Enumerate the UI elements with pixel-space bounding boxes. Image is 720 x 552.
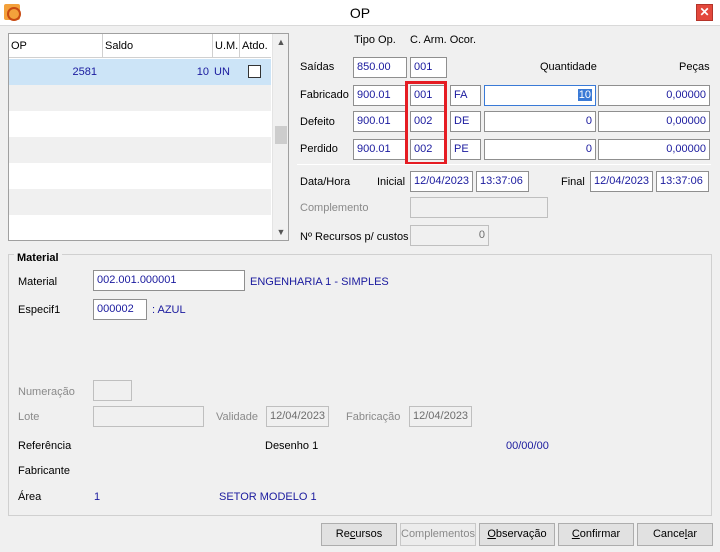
numeracao-field[interactable] <box>93 380 132 401</box>
pecas-header: Peças <box>679 61 710 73</box>
perdido-pecas-field[interactable]: 0,00000 <box>598 139 710 160</box>
perdido-label: Perdido <box>300 143 338 155</box>
fabricacao-field[interactable]: 12/04/2023 <box>409 406 472 427</box>
cell-um: UN <box>214 66 230 78</box>
defeito-label: Defeito <box>300 116 335 128</box>
table-row-empty <box>9 163 271 189</box>
perdido-ocor-field[interactable]: PE <box>450 139 481 160</box>
saidas-label: Saídas <box>300 61 335 73</box>
column-header-atdo[interactable]: Atdo. <box>240 34 271 58</box>
column-header-saldo[interactable]: Saldo <box>103 34 213 58</box>
atdo-checkbox[interactable] <box>248 65 261 78</box>
inicial-date-field[interactable]: 12/04/2023 <box>410 171 473 192</box>
complemento-label: Complemento <box>300 202 369 214</box>
defeito-ocor-field[interactable]: DE <box>450 111 481 132</box>
table-row-empty <box>9 85 271 111</box>
validade-label: Validade <box>216 411 258 423</box>
material-description: ENGENHARIA 1 - SIMPLES <box>250 276 389 288</box>
table-row[interactable]: 2581 10 UN <box>9 59 271 85</box>
saidas-arm-field[interactable]: 001 <box>410 57 447 78</box>
area-label: Área <box>18 491 42 503</box>
inicial-label: Inicial <box>377 176 406 188</box>
numeracao-label: Numeração <box>18 386 75 398</box>
highlight-box <box>405 81 447 165</box>
especif-description: : AZUL <box>152 304 186 316</box>
column-header-um[interactable]: U.M. <box>213 34 240 58</box>
recursos-custos-label: Nº Recursos p/ custos <box>300 231 409 243</box>
area-description: SETOR MODELO 1 <box>219 491 317 503</box>
fabricante-label: Fabricante <box>18 465 70 477</box>
complemento-field[interactable] <box>410 197 548 218</box>
fabricado-ocor-field[interactable]: FA <box>450 85 481 106</box>
lote-field[interactable] <box>93 406 204 427</box>
recursos-button[interactable]: Recursos <box>321 523 397 546</box>
scroll-up-icon[interactable]: ▲ <box>273 34 289 50</box>
material-code-field[interactable]: 002.001.000001 <box>93 270 245 291</box>
table-row-empty <box>9 189 271 215</box>
desenho-date: 00/00/00 <box>506 440 549 452</box>
final-date-field[interactable]: 12/04/2023 <box>590 171 653 192</box>
fabricado-label: Fabricado <box>300 89 349 101</box>
complementos-button[interactable]: Complementos <box>400 523 476 546</box>
fabricado-pecas-field[interactable]: 0,00000 <box>598 85 710 106</box>
cancelar-button[interactable]: Cancelar <box>637 523 713 546</box>
table-row-empty <box>9 111 271 137</box>
especif-label: Especif1 <box>18 304 61 316</box>
column-header-op[interactable]: OP <box>9 34 103 58</box>
validade-field[interactable]: 12/04/2023 <box>266 406 329 427</box>
especif-code-field[interactable]: 000002 <box>93 299 147 320</box>
cell-saldo: 10 <box>196 66 209 78</box>
grid-scrollbar[interactable]: ▲ ▼ <box>272 34 288 240</box>
separator <box>297 164 711 165</box>
scroll-thumb[interactable] <box>275 126 287 144</box>
area-code: 1 <box>94 491 101 503</box>
defeito-quantidade-field[interactable]: 0 <box>484 111 596 132</box>
window-title: OP <box>349 5 371 21</box>
perdido-tipo-field[interactable]: 900.01 <box>353 139 407 160</box>
material-group-title: Material <box>14 252 62 264</box>
defeito-pecas-field[interactable]: 0,00000 <box>598 111 710 132</box>
fabricacao-label: Fabricação <box>346 411 401 423</box>
confirmar-button[interactable]: Confirmar <box>558 523 634 546</box>
quantidade-header: Quantidade <box>540 61 597 73</box>
material-label: Material <box>18 276 58 288</box>
perdido-quantidade-field[interactable]: 0 <box>484 139 596 160</box>
final-label: Final <box>561 176 585 188</box>
close-button[interactable]: ✕ <box>696 4 713 21</box>
quantidade-selected-text: 10 <box>577 89 592 101</box>
referencia-label: Referência <box>18 440 72 452</box>
c-arm-ocor-header: C. Arm. Ocor. <box>410 34 477 46</box>
defeito-tipo-field[interactable]: 900.01 <box>353 111 407 132</box>
table-row-empty <box>9 137 271 163</box>
saidas-tipo-field[interactable]: 850.00 <box>353 57 407 78</box>
cell-op: 2581 <box>72 66 97 78</box>
grid-header: OP Saldo U.M. Atdo. <box>9 34 271 58</box>
scroll-down-icon[interactable]: ▼ <box>273 224 289 240</box>
lote-label: Lote <box>18 411 40 423</box>
desenho-label: Desenho 1 <box>265 440 319 452</box>
tipo-op-header: Tipo Op. <box>354 34 396 46</box>
op-grid[interactable]: OP Saldo U.M. Atdo. 2581 10 UN ▲ ▼ <box>8 33 289 241</box>
inicial-time-field[interactable]: 13:37:06 <box>476 171 529 192</box>
datahora-label: Data/Hora <box>300 176 351 188</box>
fabricado-tipo-field[interactable]: 900.01 <box>353 85 407 106</box>
final-time-field[interactable]: 13:37:06 <box>656 171 709 192</box>
recursos-custos-field[interactable]: 0 <box>410 225 489 246</box>
observacao-button[interactable]: Observação <box>479 523 555 546</box>
fabricado-quantidade-field[interactable]: 10 <box>484 85 596 106</box>
